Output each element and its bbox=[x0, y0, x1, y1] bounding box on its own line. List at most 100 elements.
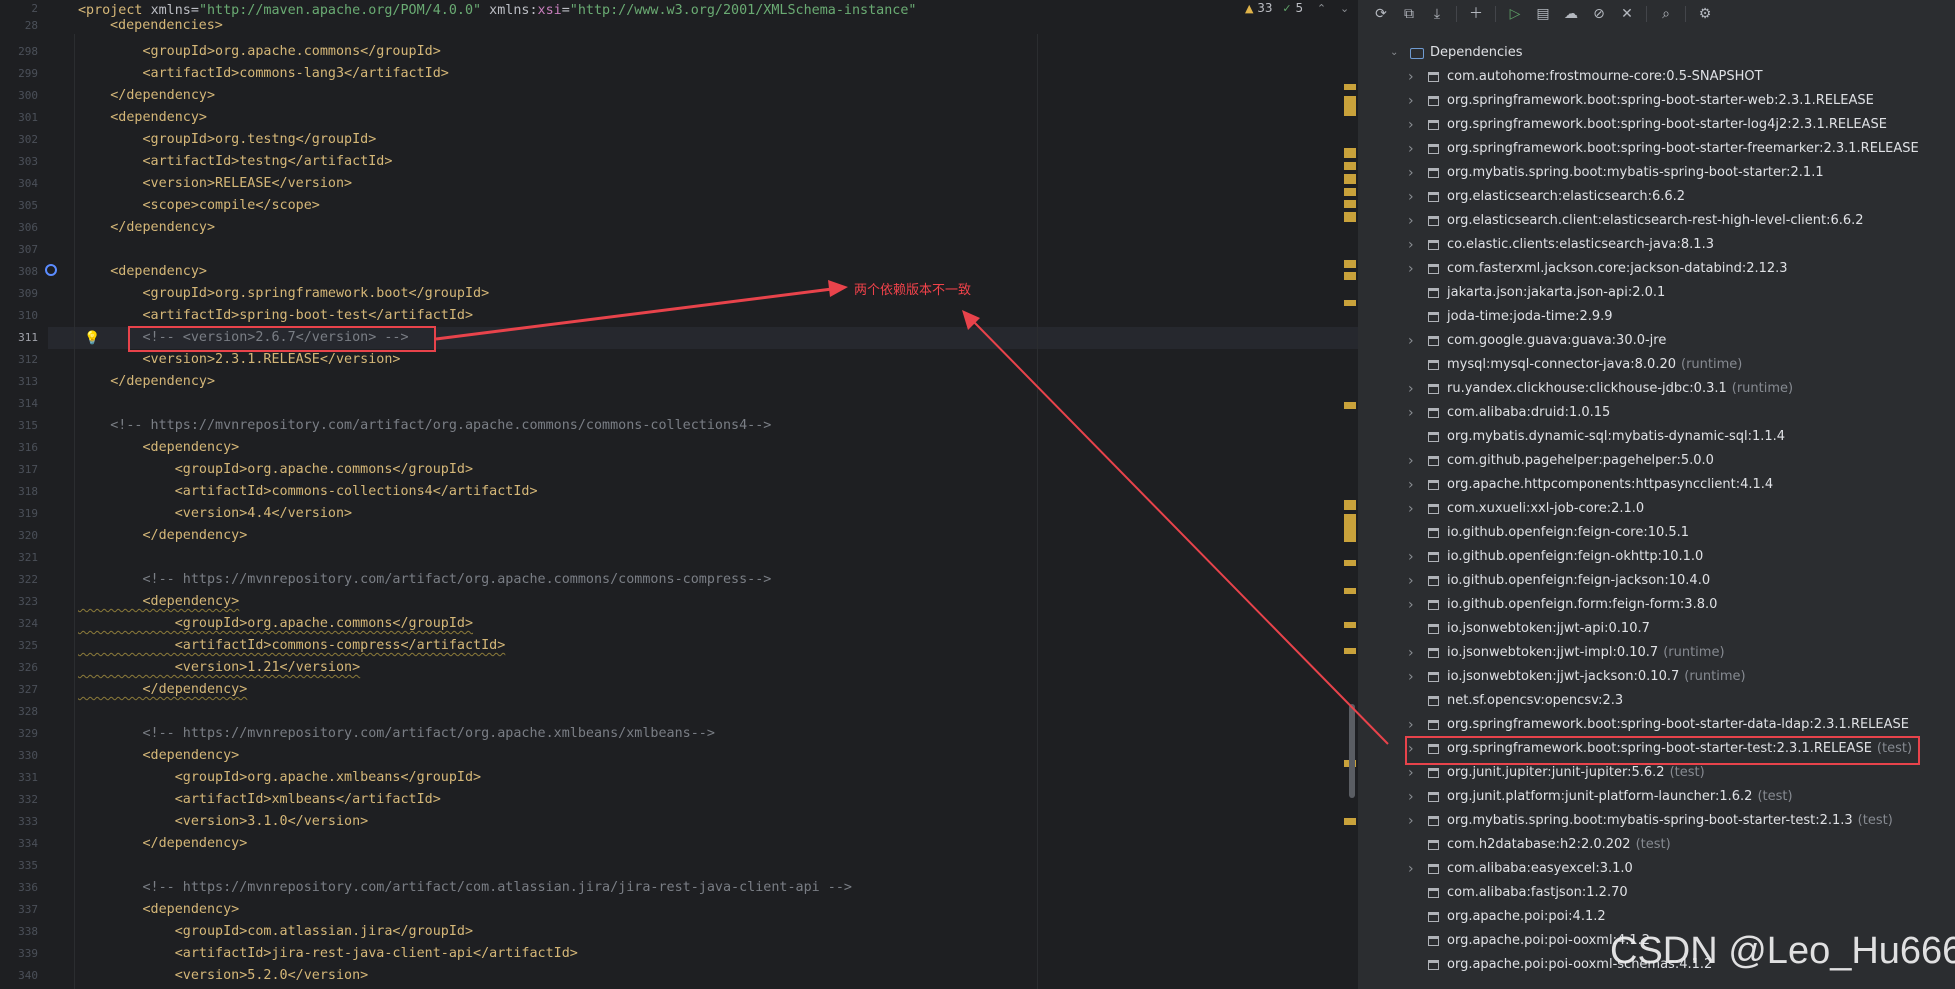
dependency-item[interactable]: io.github.openfeign:feign-core:10.5.1 bbox=[1358, 521, 1955, 545]
code-line[interactable]: <!-- https://mvnrepository.com/artifact/… bbox=[78, 723, 714, 745]
code-line[interactable]: <version>1.21</version> bbox=[78, 657, 360, 679]
dependency-item[interactable]: › co.elastic.clients:elasticsearch-java:8… bbox=[1358, 233, 1955, 257]
code-line[interactable]: <version>3.1.0</version> bbox=[78, 811, 369, 833]
collapse-icon[interactable]: ✕ bbox=[1614, 3, 1640, 25]
code-line[interactable]: </dependency> bbox=[78, 833, 247, 855]
chevron-right-icon[interactable]: › bbox=[1408, 569, 1414, 593]
reload-icon[interactable]: ⟳ bbox=[1368, 3, 1394, 25]
code-line[interactable]: <!-- https://mvnrepository.com/artifact/… bbox=[78, 415, 771, 437]
code-line[interactable]: <dependency> bbox=[78, 745, 239, 767]
dependency-item[interactable]: org.apache.poi:poi:4.1.2 bbox=[1358, 905, 1955, 929]
dependency-item[interactable]: jakarta.json:jakarta.json-api:2.0.1 bbox=[1358, 281, 1955, 305]
dependency-item[interactable]: › io.jsonwebtoken:jjwt-impl:0.10.7 (runtim… bbox=[1358, 641, 1955, 665]
chevron-right-icon[interactable]: › bbox=[1408, 785, 1414, 809]
code-line[interactable]: <dependency> bbox=[78, 107, 207, 129]
code-line[interactable]: </dependency> bbox=[78, 217, 215, 239]
code-line[interactable]: <dependency> bbox=[78, 261, 207, 283]
code-line[interactable]: <groupId>org.apache.xmlbeans</groupId> bbox=[78, 767, 481, 789]
chevron-right-icon[interactable]: › bbox=[1408, 809, 1414, 833]
chevron-right-icon[interactable]: › bbox=[1408, 545, 1414, 569]
chevron-right-icon[interactable]: › bbox=[1408, 185, 1414, 209]
code-line[interactable]: <artifactId>testng</artifactId> bbox=[78, 151, 392, 173]
code-line[interactable]: <!-- https://mvnrepository.com/artifact/… bbox=[78, 877, 851, 899]
dependency-item[interactable]: › org.elasticsearch:elasticsearch:6.6.2 bbox=[1358, 185, 1955, 209]
dependency-item[interactable]: › org.apache.httpcomponents:httpasyncclie… bbox=[1358, 473, 1955, 497]
chevron-right-icon[interactable]: › bbox=[1408, 401, 1414, 425]
dependency-item[interactable]: › org.springframework.boot:spring-boot-st… bbox=[1358, 113, 1955, 137]
run-icon[interactable]: ▷ bbox=[1502, 3, 1528, 25]
chevron-right-icon[interactable]: › bbox=[1408, 161, 1414, 185]
chevron-up-icon[interactable]: ⌃ bbox=[1317, 2, 1326, 15]
dependency-item[interactable]: › com.xuxueli:xxl-job-core:2.1.0 bbox=[1358, 497, 1955, 521]
dependency-item[interactable]: com.h2database:h2:2.0.202 (test) bbox=[1358, 833, 1955, 857]
dependency-item[interactable]: › com.github.pagehelper:pagehelper:5.0.0 bbox=[1358, 449, 1955, 473]
chevron-right-icon[interactable]: › bbox=[1408, 593, 1414, 617]
download-icon[interactable]: ⤓ bbox=[1424, 3, 1450, 25]
code-editor[interactable]: 298 299 300 301 302 303 304 305 306 307 308 309 310 3… bbox=[0, 0, 1358, 989]
code-line[interactable]: <groupId>com.atlassian.jira</groupId> bbox=[78, 921, 473, 943]
chevron-right-icon[interactable]: › bbox=[1408, 449, 1414, 473]
code-line[interactable]: <version>5.2.0</version> bbox=[78, 965, 369, 987]
dependency-item[interactable]: io.jsonwebtoken:jjwt-api:0.10.7 bbox=[1358, 617, 1955, 641]
dependency-item[interactable]: › org.junit.platform:junit-platform-launc… bbox=[1358, 785, 1955, 809]
chevron-right-icon[interactable]: › bbox=[1408, 665, 1414, 689]
reload-folder-icon[interactable]: ⧉ bbox=[1396, 3, 1422, 25]
chevron-right-icon[interactable]: › bbox=[1408, 377, 1414, 401]
offline-icon[interactable]: ☁ bbox=[1558, 3, 1584, 25]
analyze-icon[interactable]: ⌕ bbox=[1653, 3, 1679, 25]
inspection-widget[interactable]: ▲ 33 ✓ 5 ⌃ ⌄ bbox=[1245, 0, 1349, 17]
chevron-right-icon[interactable]: › bbox=[1408, 473, 1414, 497]
tree-item-dependencies[interactable]: ⌄ Dependencies bbox=[1358, 41, 1955, 65]
code-line[interactable]: <dependency> bbox=[78, 437, 239, 459]
code-line[interactable]: <version>4.4</version> bbox=[78, 503, 352, 525]
code-line[interactable]: <artifactId>commons-collections4</artifa… bbox=[78, 481, 538, 503]
code-line[interactable]: <artifactId>commons-compress</artifactId… bbox=[78, 635, 506, 657]
editor-scrollbar[interactable] bbox=[1349, 704, 1355, 798]
dependency-item[interactable]: › com.alibaba:druid:1.0.15 bbox=[1358, 401, 1955, 425]
code-line[interactable]: </dependency> bbox=[78, 679, 247, 701]
code-line[interactable]: </dependency> bbox=[78, 371, 215, 393]
chevron-right-icon[interactable]: › bbox=[1408, 497, 1414, 521]
execute-goal-icon[interactable]: ▤ bbox=[1530, 3, 1556, 25]
dependency-item[interactable]: org.mybatis.dynamic-sql:mybatis-dynamic-… bbox=[1358, 425, 1955, 449]
code-line[interactable]: <artifactId>spring-boot-test</artifactId… bbox=[78, 305, 473, 327]
dependency-item[interactable]: mysql:mysql-connector-java:8.0.20 (runtim… bbox=[1358, 353, 1955, 377]
code-line[interactable]: <scope>compile</scope> bbox=[78, 195, 319, 217]
dependency-item[interactable]: › io.github.openfeign.form:feign-form:3.8… bbox=[1358, 593, 1955, 617]
chevron-right-icon[interactable]: › bbox=[1408, 329, 1414, 353]
dependency-item[interactable]: › io.github.openfeign:feign-okhttp:10.1.0 bbox=[1358, 545, 1955, 569]
chevron-right-icon[interactable]: › bbox=[1408, 137, 1414, 161]
dependency-item[interactable]: › org.springframework.boot:spring-boot-st… bbox=[1358, 713, 1955, 737]
code-line[interactable]: <groupId>org.springframework.boot</group… bbox=[78, 283, 489, 305]
code-line[interactable]: <version>RELEASE</version> bbox=[78, 173, 352, 195]
chevron-right-icon[interactable]: › bbox=[1408, 641, 1414, 665]
skip-tests-icon[interactable]: ⊘ bbox=[1586, 3, 1612, 25]
gutter-run-icon[interactable] bbox=[45, 264, 57, 276]
code-line[interactable]: <artifactId>jira-rest-java-client-api</a… bbox=[78, 943, 578, 965]
chevron-down-icon[interactable]: ⌄ bbox=[1390, 41, 1398, 65]
code-line[interactable]: <groupId>org.testng</groupId> bbox=[78, 129, 376, 151]
code-line[interactable]: </dependency> bbox=[78, 85, 215, 107]
code-line[interactable]: <dependency> bbox=[78, 591, 239, 613]
code-line[interactable]: <artifactId>commons-lang3</artifactId> bbox=[78, 63, 448, 85]
chevron-right-icon[interactable]: › bbox=[1408, 89, 1414, 113]
dependency-item[interactable]: joda-time:joda-time:2.9.9 bbox=[1358, 305, 1955, 329]
lightbulb-icon[interactable]: 💡 bbox=[84, 331, 100, 346]
dependency-item[interactable]: › ru.yandex.clickhouse:clickhouse-jdbc:0.… bbox=[1358, 377, 1955, 401]
chevron-right-icon[interactable]: › bbox=[1408, 857, 1414, 881]
dependency-item[interactable]: › com.fasterxml.jackson.core:jackson-data… bbox=[1358, 257, 1955, 281]
code-line[interactable]: <groupId>org.apache.commons</groupId> bbox=[78, 41, 440, 63]
dependency-item[interactable]: › com.alibaba:easyexcel:3.1.0 bbox=[1358, 857, 1955, 881]
code-line[interactable]: <artifactId>xmlbeans</artifactId> bbox=[78, 789, 441, 811]
chevron-right-icon[interactable]: › bbox=[1408, 713, 1414, 737]
chevron-right-icon[interactable]: › bbox=[1408, 113, 1414, 137]
dependency-item[interactable]: › org.mybatis.spring.boot:mybatis-spring-… bbox=[1358, 809, 1955, 833]
code-line[interactable]: <dependency> bbox=[78, 899, 239, 921]
chevron-right-icon[interactable]: › bbox=[1408, 233, 1414, 257]
code-line[interactable]: </dependency> bbox=[78, 525, 247, 547]
code-line[interactable]: <groupId>org.apache.commons</groupId> bbox=[78, 613, 473, 635]
line-number-gutter[interactable]: 298 299 300 301 302 303 304 305 306 307 308 309 310 3… bbox=[0, 0, 48, 989]
dependency-item[interactable]: › io.github.openfeign:feign-jackson:10.4.… bbox=[1358, 569, 1955, 593]
maven-tool-window[interactable]: ⟳ ⧉ ⤓ ＋ ▷ ▤ ☁ ⊘ ✕ ⌕ ⚙ ⌄ Dependencies › co… bbox=[1358, 0, 1955, 989]
chevron-right-icon[interactable]: › bbox=[1408, 209, 1414, 233]
